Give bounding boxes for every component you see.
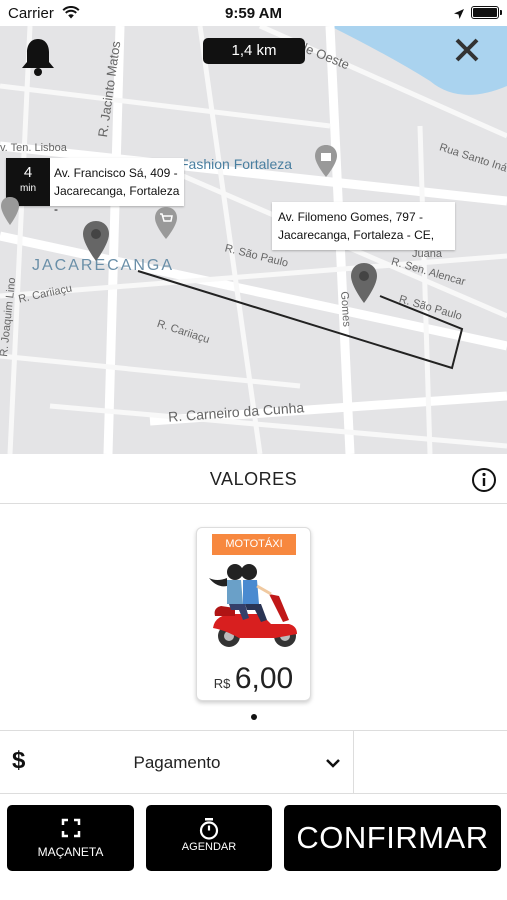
carousel-page-indicator xyxy=(251,714,257,720)
price: R$ 6,00 xyxy=(197,662,310,696)
poi-pin-icon xyxy=(0,196,20,231)
section-title: VALORES xyxy=(209,469,298,489)
map-view[interactable]: R. Jacinto Matos de Oeste v. Ten. Lisboa… xyxy=(0,26,507,454)
map-label: Fashion Fortaleza xyxy=(180,156,293,172)
confirm-button[interactable]: CONFIRMAR xyxy=(284,805,501,871)
battery-icon xyxy=(471,6,502,19)
eta-minutes: 4 xyxy=(23,164,33,181)
origin-pin-icon[interactable] xyxy=(82,220,110,267)
vehicle-type-badge: MOTOTÁXI xyxy=(212,534,296,555)
notification-bell-icon[interactable] xyxy=(20,36,56,83)
destination-address: Av. Filomeno Gomes, 797 - Jacarecanga, F… xyxy=(278,210,435,242)
close-icon[interactable] xyxy=(455,38,479,67)
destination-pin-icon[interactable] xyxy=(350,262,378,309)
payment-row: $ Pagamento xyxy=(0,730,507,794)
chevron-down-icon xyxy=(325,755,341,773)
macaneta-label: MAÇANETA xyxy=(37,845,104,859)
destination-callout: Av. Filomeno Gomes, 797 - Jacarecanga, F… xyxy=(272,202,455,250)
cart-poi-icon xyxy=(154,206,178,245)
eta-unit: min xyxy=(19,183,37,194)
map-label: v. Ten. Lisboa xyxy=(0,142,67,154)
payment-method-select[interactable]: $ Pagamento xyxy=(0,731,354,793)
clock: 9:59 AM xyxy=(225,5,282,22)
schedule-button[interactable]: AGENDAR xyxy=(146,805,272,871)
confirm-label: CONFIRMAR xyxy=(296,820,489,855)
expand-icon xyxy=(7,818,134,838)
values-header: VALORES xyxy=(0,454,507,504)
vehicle-option-card[interactable]: MOTOTÁXI R$ 6,00 xyxy=(196,527,311,701)
macaneta-button[interactable]: MAÇANETA xyxy=(7,805,134,871)
distance-badge: 1,4 km xyxy=(203,38,305,64)
schedule-label: AGENDAR xyxy=(181,841,237,853)
info-icon[interactable] xyxy=(471,467,497,498)
stopwatch-icon xyxy=(146,818,272,840)
scooter-icon xyxy=(205,558,303,659)
location-arrow-icon xyxy=(453,7,465,25)
status-bar: Carrier 9:59 AM xyxy=(0,0,507,26)
payment-label: Pagamento xyxy=(133,753,221,772)
price-currency: R$ xyxy=(213,676,231,691)
price-value: 6,00 xyxy=(234,662,294,695)
origin-callout: 4 min Av. Francisco Sá, 409 - Jacarecang… xyxy=(6,158,184,216)
shopping-poi-icon xyxy=(314,144,338,183)
